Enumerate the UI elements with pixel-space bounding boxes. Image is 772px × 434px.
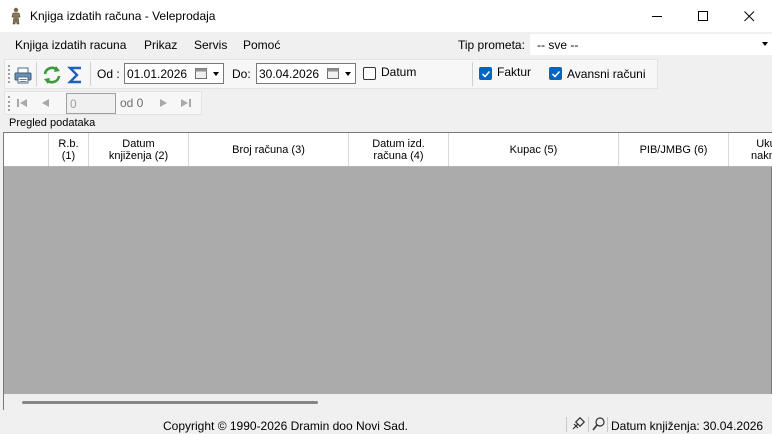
column-header-rb[interactable]: R.b. (1) xyxy=(49,133,89,166)
minimize-icon xyxy=(651,15,662,17)
column-header-broj-racuna[interactable]: Broj računa (3) xyxy=(189,133,349,166)
status-separator xyxy=(607,417,608,432)
menu-knjiga[interactable]: Knjiga izdatih racuna xyxy=(15,38,126,52)
first-record-icon[interactable] xyxy=(15,96,29,110)
column-header-line: Datum xyxy=(122,137,155,150)
record-count-label: od 0 xyxy=(120,96,144,110)
column-header-line: R.b. xyxy=(58,137,79,150)
datum-knjizenja-status: Datum knjiženja: 30.04.2026 xyxy=(611,419,764,433)
menu-servis[interactable]: Servis xyxy=(194,38,227,52)
refresh-icon[interactable] xyxy=(42,65,62,85)
horizontal-scrollbar[interactable] xyxy=(4,394,772,410)
minimize-button[interactable] xyxy=(634,0,680,32)
column-header-ukupna-naknada[interactable]: Ukunakna xyxy=(729,133,772,166)
column-header-row-selector[interactable] xyxy=(4,133,49,166)
avansni-label: Avansni računi xyxy=(567,67,646,81)
person-figure-icon xyxy=(11,7,21,25)
calendar-icon[interactable] xyxy=(327,67,339,79)
column-header-line: PIB/JMBG (6) xyxy=(639,143,708,156)
column-header-pib-jmbg[interactable]: PIB/JMBG (6) xyxy=(619,133,729,166)
column-header-line: Datum izd. xyxy=(372,137,425,150)
toolbar-separator xyxy=(472,62,473,86)
record-position-value: 0 xyxy=(70,97,77,111)
tip-prometa-label: Tip prometa: xyxy=(458,38,525,52)
menu-pomoc[interactable]: Pomoć xyxy=(243,38,280,52)
checkmark-icon xyxy=(481,70,491,78)
filter-toolbar: Od : 01.01.2026 Do: 30.04.2026 Datum Fak… xyxy=(4,59,658,89)
column-header-line: (1) xyxy=(61,149,76,162)
column-header-line: Uku xyxy=(756,137,772,150)
maximize-button[interactable] xyxy=(680,0,726,32)
column-header-line: računa (4) xyxy=(373,149,424,162)
column-header-line: Kupac (5) xyxy=(509,143,558,156)
do-date-value: 30.04.2026 xyxy=(259,67,320,81)
search-icon[interactable] xyxy=(591,416,607,432)
datum-label: Datum xyxy=(381,65,417,79)
section-label: Pregled podataka xyxy=(9,117,96,129)
copyright-text: Copyright © 1990-2026 Dramin doo Novi Sa… xyxy=(163,419,408,433)
chevron-down-icon[interactable] xyxy=(213,72,219,76)
tip-prometa-value: -- sve -- xyxy=(537,38,579,52)
window-title: Knjiga izdatih računa - Veleprodaja xyxy=(30,9,216,23)
toolbar-grip[interactable] xyxy=(8,65,10,83)
next-record-icon[interactable] xyxy=(156,96,170,110)
column-header-datum-knjizenja[interactable]: Datum knjiženja (2) xyxy=(89,133,189,166)
close-button[interactable] xyxy=(726,0,772,32)
datum-checkbox[interactable] xyxy=(363,67,376,80)
tip-prometa-select[interactable]: -- sve -- xyxy=(530,34,772,55)
chevron-down-icon[interactable] xyxy=(345,72,351,76)
column-header-line: Broj računa (3) xyxy=(232,143,305,156)
avansni-checkbox[interactable] xyxy=(549,67,562,80)
record-navigator: 0 od 0 xyxy=(4,91,202,115)
chevron-down-icon xyxy=(762,42,768,46)
sum-icon[interactable] xyxy=(66,65,86,85)
od-label: Od : xyxy=(97,67,120,81)
do-date-picker[interactable]: 30.04.2026 xyxy=(256,63,356,84)
data-grid[interactable]: R.b. (1) Datum knjiženja (2) Broj računa (… xyxy=(3,132,772,410)
navigator-grip[interactable] xyxy=(8,96,10,111)
menu-prikaz[interactable]: Prikaz xyxy=(144,38,177,52)
column-header-datum-izd-racuna[interactable]: Datum izd. računa (4) xyxy=(349,133,449,166)
do-label: Do: xyxy=(232,67,251,81)
status-separator xyxy=(566,417,567,432)
status-bar: Copyright © 1990-2026 Dramin doo Novi Sa… xyxy=(0,414,772,434)
close-icon xyxy=(743,10,754,21)
last-record-icon[interactable] xyxy=(179,96,193,110)
status-separator xyxy=(588,417,589,432)
faktur-label: Faktur xyxy=(497,65,532,79)
od-date-picker[interactable]: 01.01.2026 xyxy=(124,63,224,84)
printer-icon[interactable] xyxy=(13,65,33,85)
previous-record-icon[interactable] xyxy=(39,96,53,110)
column-header-line: knjiženja (2) xyxy=(108,149,169,162)
toolbar-separator xyxy=(90,62,91,86)
grid-header: R.b. (1) Datum knjiženja (2) Broj računa (… xyxy=(4,133,772,167)
column-header-kupac[interactable]: Kupac (5) xyxy=(449,133,619,166)
column-header-line: nakna xyxy=(751,149,772,162)
record-position-input[interactable]: 0 xyxy=(66,93,116,114)
pin-icon[interactable] xyxy=(570,416,586,432)
od-date-value: 01.01.2026 xyxy=(127,67,188,81)
toolbar-separator xyxy=(36,62,37,86)
checkmark-icon xyxy=(551,70,561,78)
faktur-checkbox[interactable] xyxy=(479,67,492,80)
calendar-icon[interactable] xyxy=(195,67,207,79)
title-bar: Knjiga izdatih računa - Veleprodaja xyxy=(0,0,772,32)
maximize-icon xyxy=(697,10,708,21)
scrollbar-thumb[interactable] xyxy=(22,401,318,404)
